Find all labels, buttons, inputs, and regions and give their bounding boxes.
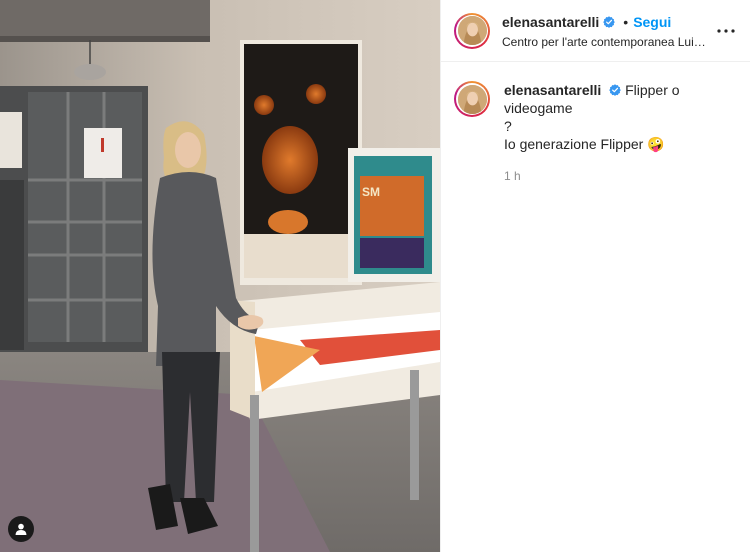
avatar-border [456,14,488,47]
caption-comment: elenasantarelli Flipper o videogame ? Io… [441,62,750,185]
caption-first-line: elenasantarelli Flipper o videogame [504,81,736,117]
caption-avatar-portrait [457,84,487,114]
location-link[interactable]: Centro per l'arte contemporanea Luigi Pe… [502,35,708,49]
caption-text-line2: ? [504,118,512,134]
caption-username[interactable]: elenasantarelli [504,82,601,98]
avatar-image [457,16,487,45]
photo-scene: SM [0,0,440,552]
header-separator: • [623,13,629,30]
caption-body: elenasantarelli Flipper o videogame ? Io… [504,81,736,185]
verified-badge-icon [603,15,616,28]
post-photo[interactable]: SM [0,0,440,552]
caption-verified-badge-icon [609,84,621,96]
caption-avatar[interactable] [454,81,490,117]
post-header: elenasantarelli • Segui Centro per l'art… [441,0,750,62]
caption-avatar-image [457,84,487,114]
caption-timestamp[interactable]: 1 h [504,167,736,185]
follow-button[interactable]: Segui [633,14,671,30]
header-text: elenasantarelli • Segui Centro per l'art… [502,13,708,49]
header-title-row: elenasantarelli • Segui [502,13,708,31]
avatar-portrait [457,16,487,45]
user-tag-glyph [15,523,27,535]
more-horizontal-icon [717,28,735,33]
post-side-panel: elenasantarelli • Segui Centro per l'art… [440,0,750,552]
caption-text-line3: Io generazione Flipper 🤪 [504,136,665,152]
header-avatar[interactable] [454,12,490,49]
svg-text:SM: SM [362,185,380,199]
header-username[interactable]: elenasantarelli [502,14,599,30]
caption-avatar-border [456,83,488,115]
more-options-button[interactable] [714,19,738,43]
user-tag-icon[interactable] [8,516,34,542]
